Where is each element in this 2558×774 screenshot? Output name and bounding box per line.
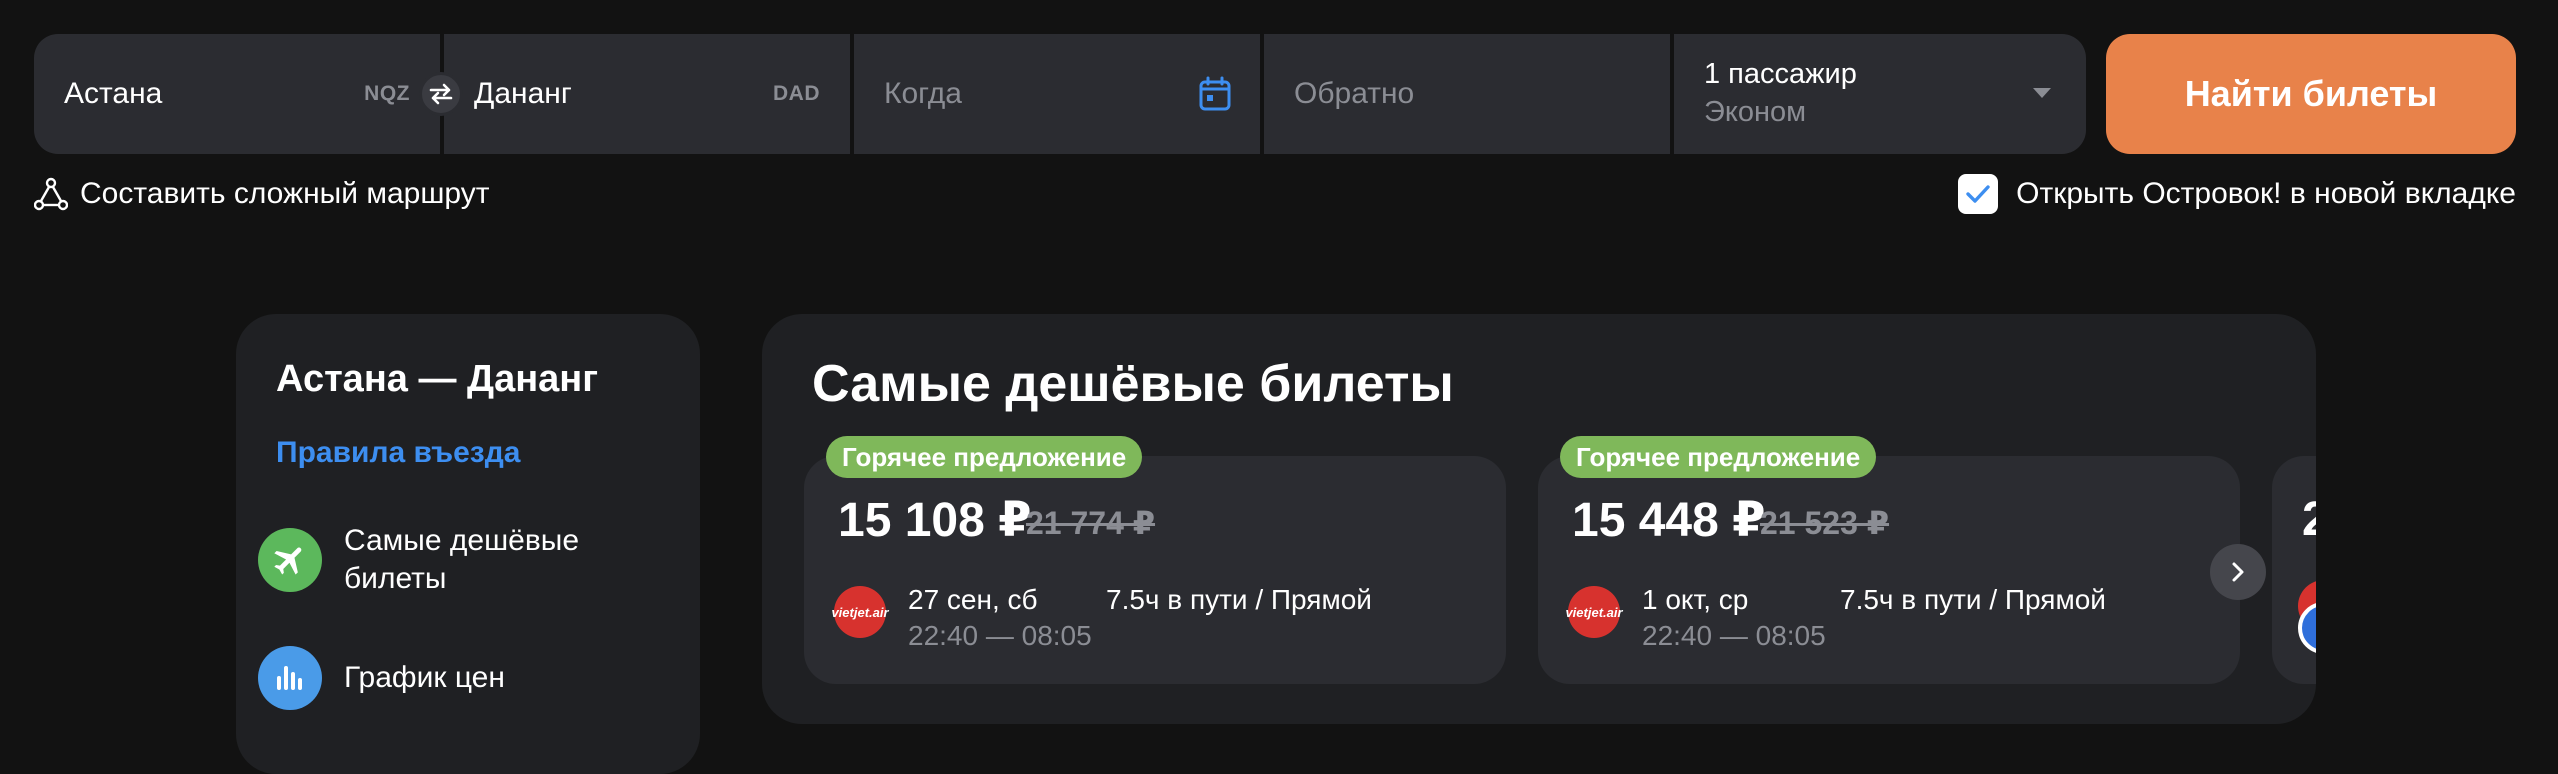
open-in-new-tab-option[interactable]: Открыть Островок! в новой вкладке — [1958, 174, 2516, 214]
cheapest-tickets-panel: Самые дешёвые билеты Горячее предложение… — [762, 314, 2316, 724]
search-tickets-button[interactable]: Найти билеты — [2106, 34, 2516, 154]
ticket-card[interactable]: 15 448 ₽ 21 523 ₽ vietjet.air 1 окт, ср … — [1538, 456, 2240, 684]
departure-date-field[interactable]: Когда — [854, 34, 1260, 154]
hot-deal-badge: Горячее предложение — [826, 436, 1143, 478]
airline-logo: vietjet.air — [1565, 586, 1623, 638]
origin-field[interactable]: Астана NQZ — [34, 34, 440, 154]
origin-code: NQZ — [364, 82, 410, 105]
swap-arrows-icon — [429, 83, 453, 105]
chevron-right-icon — [2232, 562, 2244, 582]
complex-route-link[interactable]: Составить сложный маршрут — [34, 176, 489, 212]
swap-route-button[interactable] — [419, 72, 463, 116]
checkmark-icon — [1966, 185, 1990, 203]
return-date-placeholder: Обратно — [1294, 77, 1415, 110]
flight-times: 22:40 — 08:05 — [908, 620, 1092, 651]
destination-value: Дананг — [474, 77, 572, 110]
flight-times: 22:40 — 08:05 — [1642, 620, 1826, 651]
new-tab-checkbox[interactable] — [1958, 174, 1999, 214]
ticket-card-partial[interactable]: 2 — [2272, 456, 2316, 684]
airline-logo: vietjet.air — [831, 586, 889, 638]
search-form: Астана NQZ Дананг DAD Когда Обратно 1 па… — [34, 34, 2086, 154]
ticket-old-price: 21 774 ₽ — [1026, 505, 1156, 541]
plane-icon — [258, 528, 322, 592]
origin-value: Астана — [64, 77, 163, 110]
flight-date: 27 сен, сб — [908, 584, 1038, 615]
ticket-price: 15 448 ₽ — [1572, 494, 1766, 547]
ticket-old-price: 21 523 ₽ — [1760, 505, 1890, 541]
route-nodes-icon — [34, 177, 68, 211]
hot-deal-badge: Горячее предложение — [1560, 436, 1877, 478]
sidebar-item-price-chart[interactable]: График цен — [258, 646, 678, 710]
sidebar-item-cheapest-tickets[interactable]: Самые дешёвые билеты — [258, 522, 678, 598]
flight-date: 1 окт, ср — [1642, 584, 1749, 615]
passenger-count: 1 пассажир — [1704, 58, 1857, 90]
passengers-field[interactable]: 1 пассажир Эконом — [1674, 34, 2086, 154]
sidebar-item-label: Самые дешёвые билеты — [344, 524, 580, 595]
route-sidebar: Астана — Дананг Правила въезда Самые деш… — [236, 314, 700, 774]
return-date-field[interactable]: Обратно — [1264, 34, 1670, 154]
ticket-price: 15 108 ₽ — [838, 494, 1032, 547]
sidebar-item-label: График цен — [344, 661, 505, 694]
destination-field[interactable]: Дананг DAD — [444, 34, 850, 154]
cabin-class: Эконом — [1704, 96, 1807, 128]
search-bar: Астана NQZ Дананг DAD Когда Обратно 1 па… — [34, 34, 2516, 154]
chevron-down-icon — [2033, 88, 2051, 98]
flight-duration: 7.5ч в пути / Прямой — [1106, 584, 1372, 615]
bar-chart-icon — [258, 646, 322, 710]
ticket-card[interactable]: 15 108 ₽ 21 774 ₽ vietjet.air 27 сен, сб… — [804, 456, 1506, 684]
complex-route-label: Составить сложный маршрут — [80, 177, 490, 210]
calendar-icon[interactable] — [1198, 76, 1232, 112]
ticket-price: 2 — [2302, 493, 2316, 546]
carousel-next-button[interactable] — [2210, 544, 2266, 600]
new-tab-label: Открыть Островок! в новой вкладке — [2016, 177, 2516, 210]
departure-date-placeholder: Когда — [884, 77, 962, 110]
panel-title: Самые дешёвые билеты — [812, 355, 1454, 413]
destination-code: DAD — [773, 82, 820, 105]
route-title: Астана — Дананг — [276, 358, 599, 400]
flight-duration: 7.5ч в пути / Прямой — [1840, 584, 2106, 615]
entry-rules-link[interactable]: Правила въезда — [276, 436, 520, 470]
